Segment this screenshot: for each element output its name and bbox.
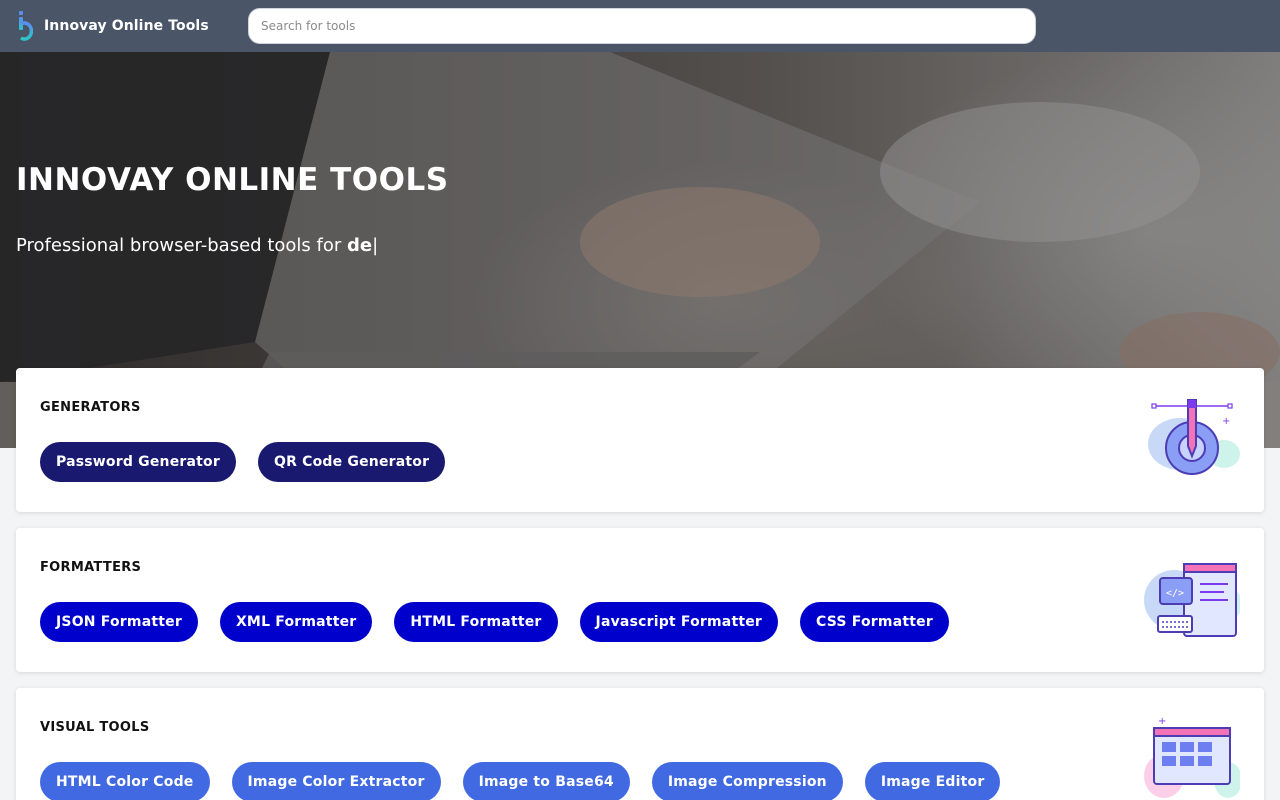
svg-text:+: + <box>1222 416 1230 427</box>
settings-gear-pencil-icon: + <box>1148 399 1240 475</box>
brand-link[interactable]: Innovay Online Tools <box>16 10 209 42</box>
tool-button-html-formatter[interactable]: HTML Formatter <box>394 602 558 642</box>
tool-button-image-editor[interactable]: Image Editor <box>864 762 1001 800</box>
search-input[interactable] <box>249 9 1035 43</box>
top-navbar: Innovay Online Tools <box>0 0 1280 52</box>
category-title: VISUAL TOOLS <box>40 720 150 735</box>
tool-button-javascript-formatter[interactable]: Javascript Formatter <box>579 602 779 642</box>
tool-button-image-to-base64[interactable]: Image to Base64 <box>462 762 630 800</box>
tool-button-qr-code-generator[interactable]: QR Code Generator <box>257 442 446 482</box>
hero-subtitle-typed: de <box>346 235 373 256</box>
category-card-visual-tools: VISUAL TOOLS HTML Color Code Image Color… <box>16 688 1264 800</box>
tool-button-xml-formatter[interactable]: XML Formatter <box>219 602 373 642</box>
brand-name: Innovay Online Tools <box>44 18 209 34</box>
brand-logo-icon <box>19 11 34 41</box>
hero-subtitle-prefix: Professional browser-based tools for <box>16 235 347 256</box>
tool-list: HTML Color Code Image Color Extractor Im… <box>40 762 1001 800</box>
category-card-formatters: FORMATTERS JSON Formatter XML Formatter … <box>16 528 1264 672</box>
svg-text:</>: </> <box>1166 588 1184 599</box>
tool-button-image-compression[interactable]: Image Compression <box>651 762 843 800</box>
tool-button-image-color-extractor[interactable]: Image Color Extractor <box>231 762 441 800</box>
search-box <box>248 8 1036 44</box>
hero-title: INNOVAY ONLINE TOOLS <box>16 162 449 198</box>
category-title: GENERATORS <box>40 400 141 415</box>
tool-list: JSON Formatter XML Formatter HTML Format… <box>40 602 949 642</box>
typing-cursor: | <box>372 235 379 256</box>
category-title: FORMATTERS <box>40 560 142 575</box>
tool-button-html-color-code[interactable]: HTML Color Code <box>40 762 210 800</box>
tool-button-password-generator[interactable]: Password Generator <box>40 442 236 482</box>
svg-text:+: + <box>1158 716 1166 727</box>
hero-subtitle: Professional browser-based tools for de| <box>16 235 378 256</box>
category-card-generators: GENERATORS Password Generator QR Code Ge… <box>16 368 1264 512</box>
tool-list: Password Generator QR Code Generator <box>40 442 446 482</box>
code-window-keyboard-icon: </> <box>1144 563 1240 637</box>
tool-button-json-formatter[interactable]: JSON Formatter <box>40 602 198 642</box>
monitor-grid-icon: + <box>1144 716 1240 798</box>
tool-button-css-formatter[interactable]: CSS Formatter <box>800 602 949 642</box>
